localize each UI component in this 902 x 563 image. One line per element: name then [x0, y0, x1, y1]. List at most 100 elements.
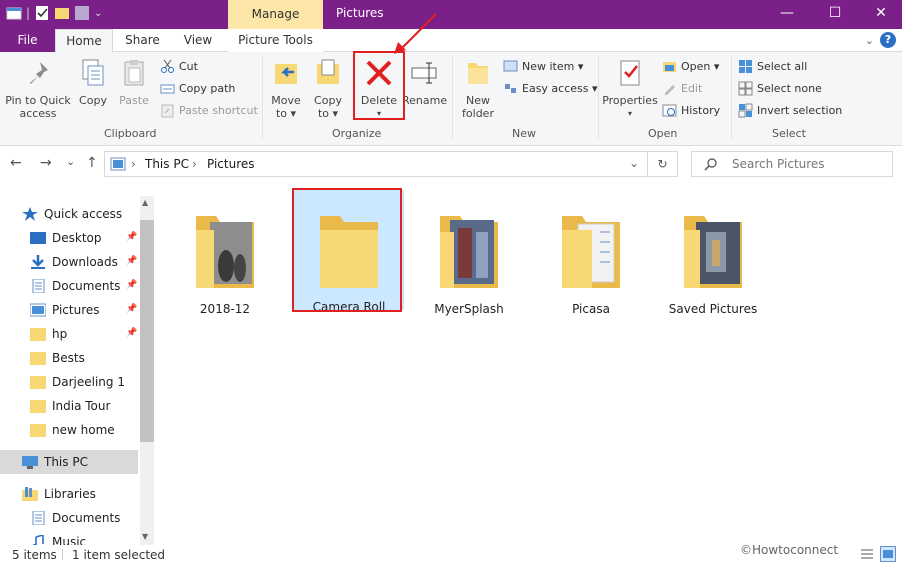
sidebar-item-quick-access[interactable]: Quick access — [0, 202, 138, 226]
breadcrumb-pictures[interactable]: Pictures — [207, 157, 255, 171]
pin-to-quick-access-button[interactable]: Pin to Quick access — [2, 58, 74, 120]
tab-file[interactable]: File — [0, 29, 55, 52]
forward-button[interactable]: → — [40, 155, 52, 171]
sidebar-item-india-tour[interactable]: India Tour — [0, 394, 138, 418]
copy-path-label: Copy path — [179, 81, 236, 95]
open-group-label: Open — [648, 127, 678, 140]
breadcrumb-separator: › — [131, 157, 136, 171]
sidebar-item-label: Downloads — [52, 255, 118, 269]
tab-picture-tools[interactable]: Picture Tools — [228, 29, 323, 52]
search-box[interactable]: Search Pictures — [691, 151, 893, 177]
computer-icon — [22, 456, 38, 469]
sidebar-item-bests[interactable]: Bests — [0, 346, 138, 370]
tab-share[interactable]: Share — [115, 29, 170, 52]
sidebar-item-downloads[interactable]: Downloads 📌 — [0, 250, 138, 274]
ribbon-collapse-icon[interactable]: ⌄ — [865, 34, 874, 47]
sidebar-item-desktop[interactable]: Desktop 📌 — [0, 226, 138, 250]
pictures-icon — [30, 303, 46, 317]
new-item-button[interactable]: New item ▾ — [503, 57, 583, 75]
new-folder-button[interactable]: New folder — [458, 58, 498, 120]
move-to-icon — [275, 64, 297, 84]
folder-thumbnail-icon — [562, 216, 620, 288]
watermark: ©Howtoconnect — [740, 543, 839, 557]
copy-to-icon — [317, 59, 339, 84]
tab-view[interactable]: View — [172, 29, 224, 52]
address-dropdown-icon[interactable]: ⌄ — [629, 156, 639, 170]
sidebar-item-music[interactable]: Music — [0, 530, 138, 545]
scroll-down-icon[interactable]: ▼ — [142, 532, 148, 541]
back-button[interactable]: ← — [10, 155, 22, 171]
new-folder-icon — [468, 63, 488, 84]
camera-roll-highlight-box — [292, 188, 402, 312]
rename-qat-icon[interactable] — [74, 5, 90, 21]
address-bar[interactable]: › This PC › Pictures ⌄ — [104, 151, 648, 177]
tab-home[interactable]: Home — [55, 29, 113, 53]
minimize-button[interactable]: — — [764, 0, 810, 29]
select-all-button[interactable]: Select all — [738, 57, 807, 75]
folder-2018-12[interactable]: 2018-12 — [170, 192, 280, 316]
history-button[interactable]: History — [662, 101, 720, 119]
sidebar-item-label: Documents — [52, 279, 121, 293]
copy-to-label-1: Copy — [314, 94, 342, 107]
refresh-button[interactable]: ↻ — [648, 151, 678, 177]
close-button[interactable]: ✕ — [858, 0, 902, 29]
large-icons-view-icon[interactable] — [880, 546, 896, 562]
folder-myersplash[interactable]: MyerSplash — [414, 192, 524, 316]
sidebar-item-new-home[interactable]: new home — [0, 418, 138, 442]
copy-path-button[interactable]: Copy path — [160, 79, 235, 97]
folder-thumbnail-icon — [684, 216, 742, 288]
sidebar-scroll-thumb[interactable] — [140, 220, 154, 442]
sidebar-item-label: Darjeeling 1 — [52, 375, 125, 389]
select-all-label: Select all — [757, 59, 808, 73]
sidebar-item-darjeeling[interactable]: Darjeeling 1 — [0, 370, 138, 394]
open-button[interactable]: Open ▾ — [662, 57, 719, 75]
annotation-arrow-icon — [394, 13, 437, 54]
paste-label: Paste — [119, 94, 149, 107]
help-button[interactable]: ? — [880, 32, 896, 48]
easy-access-button[interactable]: Easy access ▾ — [503, 79, 598, 97]
sidebar-item-pictures[interactable]: Pictures 📌 — [0, 298, 138, 322]
breadcrumb-this-pc[interactable]: This PC — [145, 157, 189, 171]
properties-check-icon[interactable] — [34, 5, 50, 21]
ribbon-tabs: File Home Share View Picture Tools ⌄ ? — [0, 29, 902, 53]
maximize-button[interactable]: ☐ — [812, 0, 858, 29]
qat-customize-icon[interactable]: ⌄ — [94, 8, 102, 19]
sidebar-item-libraries[interactable]: Libraries — [0, 482, 138, 506]
select-group-label: Select — [772, 127, 806, 140]
rename-button[interactable]: Rename — [402, 58, 447, 107]
sidebar-item-lib-documents[interactable]: Documents — [0, 506, 138, 530]
edit-label: Edit — [681, 81, 703, 95]
select-none-button[interactable]: Select none — [738, 79, 822, 97]
pin-icon: 📌 — [126, 304, 138, 314]
details-view-icon[interactable] — [860, 547, 874, 561]
invert-selection-icon — [738, 103, 753, 117]
folder-picasa[interactable]: Picasa — [536, 192, 646, 316]
libraries-label: Libraries — [44, 487, 96, 501]
sidebar-item-label: India Tour — [52, 399, 111, 413]
invert-selection-label: Invert selection — [757, 103, 843, 117]
new-folder-qat-icon[interactable] — [54, 5, 70, 21]
paste-shortcut-button[interactable]: Paste shortcut — [160, 101, 258, 119]
folder-icon — [30, 328, 46, 341]
properties-button[interactable]: Properties ▾ — [602, 58, 658, 120]
invert-selection-button[interactable]: Invert selection — [738, 101, 842, 119]
copy-to-button[interactable]: Copy to ▾ — [310, 58, 346, 120]
item-count: 5 items — [12, 548, 57, 562]
sidebar-item-hp[interactable]: hp 📌 — [0, 322, 138, 346]
new-folder-label-2: folder — [462, 107, 494, 120]
scroll-up-icon[interactable]: ▲ — [142, 198, 148, 207]
sidebar-item-this-pc[interactable]: This PC — [0, 450, 138, 474]
manage-context-tab[interactable]: Manage — [228, 0, 323, 29]
sidebar-item-documents[interactable]: Documents 📌 — [0, 274, 138, 298]
paste-button[interactable]: Paste — [116, 58, 152, 107]
explorer-app-icon[interactable] — [6, 5, 22, 21]
select-none-label: Select none — [757, 81, 822, 95]
up-button[interactable]: ↑ — [86, 155, 98, 171]
cut-button[interactable]: Cut — [160, 57, 198, 75]
recent-locations-button[interactable]: ⌄ — [66, 155, 75, 168]
folder-saved-pictures[interactable]: Saved Pictures — [658, 192, 768, 316]
edit-button[interactable]: Edit — [662, 79, 702, 97]
move-to-button[interactable]: Move to ▾ — [268, 58, 304, 120]
copy-button[interactable]: Copy — [76, 58, 110, 107]
history-icon — [662, 104, 677, 116]
